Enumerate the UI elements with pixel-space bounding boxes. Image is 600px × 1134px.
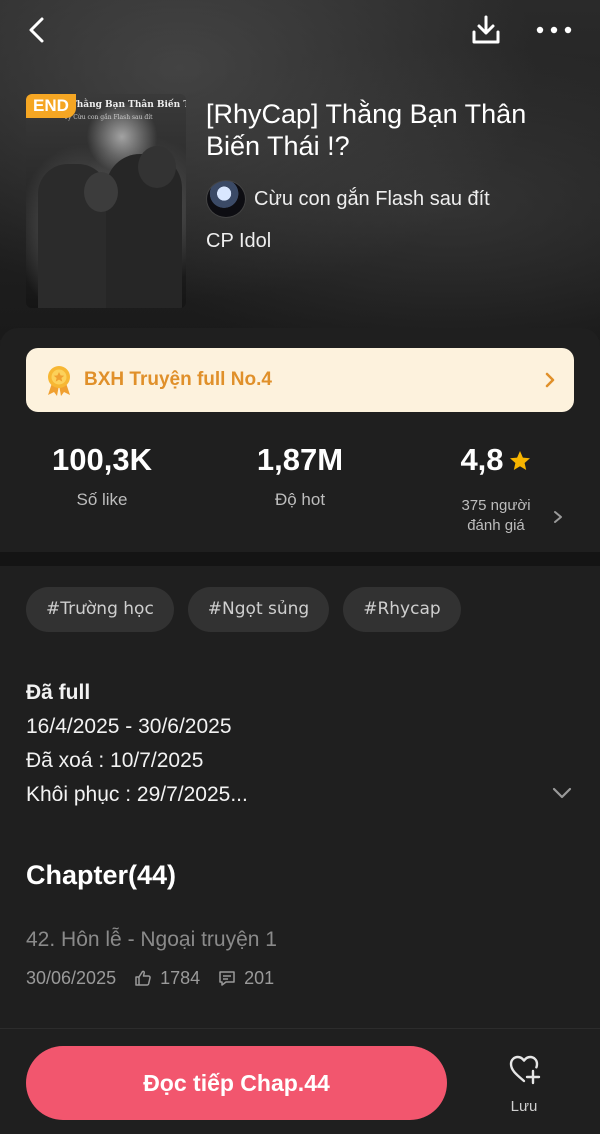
description-line: Khôi phục : 29/7/2025... [26, 783, 248, 806]
chevron-down-icon[interactable] [552, 786, 572, 800]
tag-chip[interactable]: #Trường học [26, 587, 174, 632]
ranking-label: BXH Truyện full No.4 [84, 369, 272, 390]
download-button[interactable] [468, 12, 504, 48]
category-label[interactable]: CP Idol [206, 230, 271, 253]
thumbs-up-icon [135, 970, 151, 986]
stat-likes: 100,3K Số like [2, 440, 202, 510]
back-button[interactable] [22, 14, 54, 46]
chapter-title: 42. Hôn lễ - Ngoại truyện 1 [26, 928, 277, 951]
status-badge: END [26, 94, 76, 118]
chapter-heading[interactable]: Chapter(44) [26, 860, 176, 891]
story-description: Đã full 16/4/2025 - 30/6/2025 Đã xoá : 1… [26, 676, 546, 812]
chapter-comments: 201 [244, 967, 275, 988]
stats-row: 100,3K Số like 1,87M Độ hot 4,8 375 ngườ… [0, 440, 600, 550]
section-divider [0, 552, 600, 566]
avatar [206, 180, 246, 218]
rating-count-line: 375 người [461, 497, 531, 514]
chapter-meta: 30/06/2025 1784 201 [26, 966, 574, 990]
author-row[interactable]: Cừu con gắn Flash sau đít [206, 180, 490, 218]
story-cover[interactable]: Thằng Bạn Thân Biến Thái !? Tý Cừu con g… [26, 94, 186, 308]
tag-chip[interactable]: #Rhycap [343, 587, 461, 632]
chapter-list-item[interactable]: 42. Hôn lễ - Ngoại truyện 1 30/06/2025 1… [26, 924, 574, 990]
likes-label: Số like [76, 490, 128, 509]
medal-icon [48, 366, 70, 396]
download-icon [472, 15, 500, 44]
hot-count: 1,87M [256, 442, 344, 477]
rating-count-label: 375 người đánh giá [396, 496, 596, 536]
hot-label: Độ hot [274, 490, 326, 509]
save-label: Lưu [510, 1098, 538, 1115]
stat-rating[interactable]: 4,8 375 người đánh giá [396, 440, 596, 536]
comment-icon [219, 971, 235, 986]
author-name: Cừu con gắn Flash sau đít [254, 187, 490, 210]
rating-value: 4,8 [460, 442, 504, 477]
chevron-right-icon [554, 511, 562, 523]
cover-figure-head [84, 172, 118, 212]
description-line: Đã full [26, 681, 91, 704]
continue-reading-button[interactable]: Đọc tiếp Chap.44 [26, 1046, 447, 1120]
page-title: [RhyCap] Thằng Bạn Thân Biến Thái !? [206, 99, 527, 161]
chapter-date: 30/06/2025 [26, 967, 117, 988]
ranking-banner[interactable]: BXH Truyện full No.4 [26, 348, 574, 412]
description-line: 16/4/2025 - 30/6/2025 [26, 715, 232, 738]
star-icon [509, 451, 530, 470]
top-bar [0, 0, 600, 64]
rating-count-line: đánh giá [467, 517, 525, 534]
description-line: Đã xoá : 10/7/2025 [26, 749, 204, 772]
chapter-likes: 1784 [160, 967, 201, 988]
more-icon [536, 26, 572, 34]
chevron-right-icon [545, 372, 555, 388]
tag-chip[interactable]: #Ngọt sủng [187, 587, 330, 632]
rating-row: 4,8 [396, 440, 596, 480]
more-options-button[interactable] [534, 14, 574, 46]
cover-subtitle: Tý Cừu con gắn Flash sau đít [64, 114, 153, 121]
cover-figure-head [138, 146, 176, 188]
likes-count: 100,3K [52, 442, 152, 477]
cover-title: Thằng Bạn Thân Biến Thái !? [70, 100, 186, 110]
heart-plus-icon [509, 1055, 541, 1085]
tag-list: #Trường học #Ngọt sủng #Rhycap [26, 587, 461, 632]
save-button[interactable]: Lưu [496, 1052, 552, 1122]
chevron-left-icon [29, 17, 44, 43]
stat-hot: 1,87M Độ hot [200, 440, 400, 510]
